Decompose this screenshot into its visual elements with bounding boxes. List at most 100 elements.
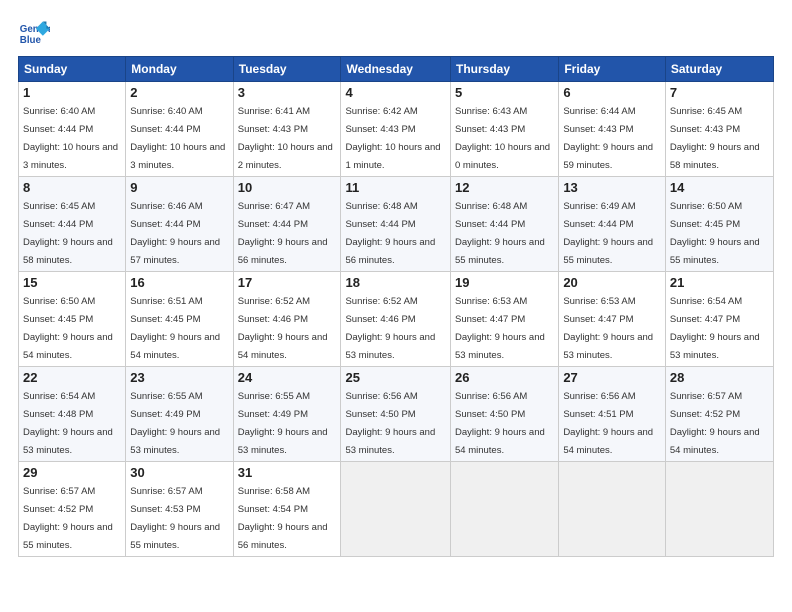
day-number: 1 xyxy=(23,85,121,100)
calendar-cell: 13 Sunrise: 6:49 AMSunset: 4:44 PMDaylig… xyxy=(559,177,666,272)
day-detail: Sunrise: 6:40 AMSunset: 4:44 PMDaylight:… xyxy=(130,106,225,171)
day-number: 25 xyxy=(345,370,446,385)
calendar-header-thursday: Thursday xyxy=(451,57,559,82)
calendar-header-saturday: Saturday xyxy=(665,57,773,82)
day-number: 29 xyxy=(23,465,121,480)
calendar-cell: 2 Sunrise: 6:40 AMSunset: 4:44 PMDayligh… xyxy=(126,82,233,177)
day-detail: Sunrise: 6:40 AMSunset: 4:44 PMDaylight:… xyxy=(23,106,118,171)
day-number: 11 xyxy=(345,180,446,195)
day-detail: Sunrise: 6:48 AMSunset: 4:44 PMDaylight:… xyxy=(455,201,545,266)
day-detail: Sunrise: 6:51 AMSunset: 4:45 PMDaylight:… xyxy=(130,296,220,361)
day-number: 10 xyxy=(238,180,337,195)
calendar-header-row: SundayMondayTuesdayWednesdayThursdayFrid… xyxy=(19,57,774,82)
day-number: 12 xyxy=(455,180,554,195)
calendar-header-tuesday: Tuesday xyxy=(233,57,341,82)
day-number: 31 xyxy=(238,465,337,480)
calendar-cell: 1 Sunrise: 6:40 AMSunset: 4:44 PMDayligh… xyxy=(19,82,126,177)
calendar-cell: 7 Sunrise: 6:45 AMSunset: 4:43 PMDayligh… xyxy=(665,82,773,177)
day-number: 9 xyxy=(130,180,228,195)
day-detail: Sunrise: 6:47 AMSunset: 4:44 PMDaylight:… xyxy=(238,201,328,266)
day-number: 15 xyxy=(23,275,121,290)
calendar-table: SundayMondayTuesdayWednesdayThursdayFrid… xyxy=(18,56,774,557)
svg-text:Blue: Blue xyxy=(20,35,42,46)
calendar-cell: 18 Sunrise: 6:52 AMSunset: 4:46 PMDaylig… xyxy=(341,272,451,367)
day-number: 20 xyxy=(563,275,661,290)
day-number: 18 xyxy=(345,275,446,290)
day-number: 5 xyxy=(455,85,554,100)
day-number: 22 xyxy=(23,370,121,385)
day-detail: Sunrise: 6:55 AMSunset: 4:49 PMDaylight:… xyxy=(238,391,328,456)
calendar-cell: 11 Sunrise: 6:48 AMSunset: 4:44 PMDaylig… xyxy=(341,177,451,272)
day-detail: Sunrise: 6:53 AMSunset: 4:47 PMDaylight:… xyxy=(563,296,653,361)
day-detail: Sunrise: 6:44 AMSunset: 4:43 PMDaylight:… xyxy=(563,106,653,171)
calendar-header-monday: Monday xyxy=(126,57,233,82)
day-number: 24 xyxy=(238,370,337,385)
calendar-cell: 26 Sunrise: 6:56 AMSunset: 4:50 PMDaylig… xyxy=(451,367,559,462)
calendar-cell: 15 Sunrise: 6:50 AMSunset: 4:45 PMDaylig… xyxy=(19,272,126,367)
day-detail: Sunrise: 6:54 AMSunset: 4:47 PMDaylight:… xyxy=(670,296,760,361)
day-number: 13 xyxy=(563,180,661,195)
day-number: 28 xyxy=(670,370,769,385)
calendar-cell: 6 Sunrise: 6:44 AMSunset: 4:43 PMDayligh… xyxy=(559,82,666,177)
day-detail: Sunrise: 6:45 AMSunset: 4:44 PMDaylight:… xyxy=(23,201,113,266)
day-detail: Sunrise: 6:45 AMSunset: 4:43 PMDaylight:… xyxy=(670,106,760,171)
calendar-cell: 3 Sunrise: 6:41 AMSunset: 4:43 PMDayligh… xyxy=(233,82,341,177)
calendar-cell: 27 Sunrise: 6:56 AMSunset: 4:51 PMDaylig… xyxy=(559,367,666,462)
day-number: 14 xyxy=(670,180,769,195)
day-detail: Sunrise: 6:52 AMSunset: 4:46 PMDaylight:… xyxy=(238,296,328,361)
day-detail: Sunrise: 6:41 AMSunset: 4:43 PMDaylight:… xyxy=(238,106,333,171)
day-number: 23 xyxy=(130,370,228,385)
calendar-cell: 29 Sunrise: 6:57 AMSunset: 4:52 PMDaylig… xyxy=(19,462,126,557)
day-detail: Sunrise: 6:52 AMSunset: 4:46 PMDaylight:… xyxy=(345,296,435,361)
day-number: 27 xyxy=(563,370,661,385)
calendar-cell: 23 Sunrise: 6:55 AMSunset: 4:49 PMDaylig… xyxy=(126,367,233,462)
day-detail: Sunrise: 6:57 AMSunset: 4:52 PMDaylight:… xyxy=(23,486,113,551)
calendar-cell: 25 Sunrise: 6:56 AMSunset: 4:50 PMDaylig… xyxy=(341,367,451,462)
calendar-cell: 12 Sunrise: 6:48 AMSunset: 4:44 PMDaylig… xyxy=(451,177,559,272)
calendar-cell: 21 Sunrise: 6:54 AMSunset: 4:47 PMDaylig… xyxy=(665,272,773,367)
header: General Blue xyxy=(18,18,774,50)
day-number: 30 xyxy=(130,465,228,480)
calendar-week-1: 1 Sunrise: 6:40 AMSunset: 4:44 PMDayligh… xyxy=(19,82,774,177)
day-detail: Sunrise: 6:57 AMSunset: 4:52 PMDaylight:… xyxy=(670,391,760,456)
calendar-cell: 5 Sunrise: 6:43 AMSunset: 4:43 PMDayligh… xyxy=(451,82,559,177)
day-detail: Sunrise: 6:56 AMSunset: 4:51 PMDaylight:… xyxy=(563,391,653,456)
calendar-cell xyxy=(341,462,451,557)
day-number: 4 xyxy=(345,85,446,100)
calendar-cell: 20 Sunrise: 6:53 AMSunset: 4:47 PMDaylig… xyxy=(559,272,666,367)
calendar-cell: 28 Sunrise: 6:57 AMSunset: 4:52 PMDaylig… xyxy=(665,367,773,462)
day-number: 8 xyxy=(23,180,121,195)
day-number: 3 xyxy=(238,85,337,100)
calendar-cell: 8 Sunrise: 6:45 AMSunset: 4:44 PMDayligh… xyxy=(19,177,126,272)
day-detail: Sunrise: 6:50 AMSunset: 4:45 PMDaylight:… xyxy=(23,296,113,361)
calendar-cell xyxy=(451,462,559,557)
day-detail: Sunrise: 6:57 AMSunset: 4:53 PMDaylight:… xyxy=(130,486,220,551)
calendar-header-wednesday: Wednesday xyxy=(341,57,451,82)
calendar-cell: 16 Sunrise: 6:51 AMSunset: 4:45 PMDaylig… xyxy=(126,272,233,367)
day-number: 16 xyxy=(130,275,228,290)
day-number: 26 xyxy=(455,370,554,385)
day-detail: Sunrise: 6:58 AMSunset: 4:54 PMDaylight:… xyxy=(238,486,328,551)
day-detail: Sunrise: 6:53 AMSunset: 4:47 PMDaylight:… xyxy=(455,296,545,361)
day-detail: Sunrise: 6:56 AMSunset: 4:50 PMDaylight:… xyxy=(345,391,435,456)
day-number: 7 xyxy=(670,85,769,100)
calendar-cell: 24 Sunrise: 6:55 AMSunset: 4:49 PMDaylig… xyxy=(233,367,341,462)
calendar-cell: 17 Sunrise: 6:52 AMSunset: 4:46 PMDaylig… xyxy=(233,272,341,367)
day-detail: Sunrise: 6:49 AMSunset: 4:44 PMDaylight:… xyxy=(563,201,653,266)
day-detail: Sunrise: 6:42 AMSunset: 4:43 PMDaylight:… xyxy=(345,106,440,171)
calendar-week-5: 29 Sunrise: 6:57 AMSunset: 4:52 PMDaylig… xyxy=(19,462,774,557)
day-number: 2 xyxy=(130,85,228,100)
calendar-cell: 14 Sunrise: 6:50 AMSunset: 4:45 PMDaylig… xyxy=(665,177,773,272)
calendar-cell: 4 Sunrise: 6:42 AMSunset: 4:43 PMDayligh… xyxy=(341,82,451,177)
day-detail: Sunrise: 6:48 AMSunset: 4:44 PMDaylight:… xyxy=(345,201,435,266)
calendar-header-friday: Friday xyxy=(559,57,666,82)
day-number: 19 xyxy=(455,275,554,290)
logo-icon: General Blue xyxy=(18,18,50,50)
calendar-week-3: 15 Sunrise: 6:50 AMSunset: 4:45 PMDaylig… xyxy=(19,272,774,367)
calendar-cell: 22 Sunrise: 6:54 AMSunset: 4:48 PMDaylig… xyxy=(19,367,126,462)
day-detail: Sunrise: 6:54 AMSunset: 4:48 PMDaylight:… xyxy=(23,391,113,456)
calendar-header-sunday: Sunday xyxy=(19,57,126,82)
calendar-week-4: 22 Sunrise: 6:54 AMSunset: 4:48 PMDaylig… xyxy=(19,367,774,462)
day-detail: Sunrise: 6:43 AMSunset: 4:43 PMDaylight:… xyxy=(455,106,550,171)
day-detail: Sunrise: 6:50 AMSunset: 4:45 PMDaylight:… xyxy=(670,201,760,266)
